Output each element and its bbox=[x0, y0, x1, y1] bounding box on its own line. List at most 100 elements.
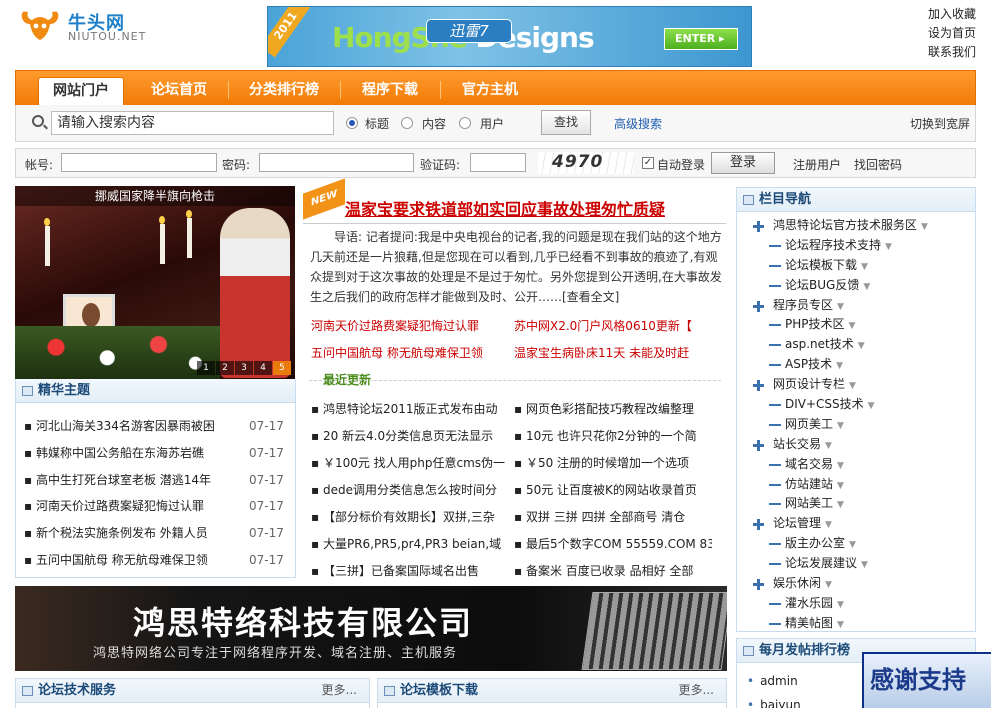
nav-category[interactable]: 网页设计专栏 ▼ bbox=[737, 375, 975, 395]
headline-title[interactable]: 温家宝要求铁道部如实回应事故处理匆忙质疑 bbox=[345, 196, 665, 220]
tab-rankings[interactable]: 分类排行榜 bbox=[234, 77, 334, 106]
slide-page-1[interactable]: 1 bbox=[197, 361, 215, 375]
contact-us-link[interactable]: 联系我们 bbox=[924, 43, 976, 62]
hot-link[interactable]: 苏中网X2.0门户风格0610更新【 bbox=[514, 317, 692, 334]
site-logo[interactable]: 牛头网 NIUTOU.NET bbox=[18, 6, 178, 46]
nav-category[interactable]: 鸿思特论坛官方技术服务区 ▼ bbox=[737, 216, 975, 236]
set-homepage-link[interactable]: 设为首页 bbox=[924, 24, 976, 43]
list-item[interactable]: ▪ 【三拼】已备案国际域名出售 bbox=[311, 562, 509, 579]
list-item[interactable]: ▪ 备案米 百度已收录 品相好 全部 bbox=[514, 562, 712, 579]
register-link[interactable]: 注册用户 bbox=[793, 156, 841, 173]
company-ad-banner[interactable]: 鸿思特络科技有限公司 鸿思特网络公司专注于网络程序开发、域名注册、主机服务 bbox=[15, 586, 727, 671]
nav-forum[interactable]: asp.net技术 ▼ bbox=[737, 335, 975, 355]
list-item[interactable]: ▪ 韩媒称中国公务船在东海苏岩礁 07-17 bbox=[24, 440, 295, 467]
radio-content[interactable] bbox=[401, 117, 413, 129]
dropdown-arrow-icon[interactable]: ▼ bbox=[837, 616, 844, 636]
nav-forum[interactable]: 仿站建站 ▼ bbox=[737, 475, 975, 495]
nav-category[interactable]: 程序员专区 ▼ bbox=[737, 296, 975, 316]
captcha-input[interactable] bbox=[470, 153, 526, 172]
list-item[interactable]: ▪ 五问中国航母 称无航母难保卫领 07-17 bbox=[24, 547, 295, 574]
main-nav: 网站门户 论坛首页 分类排行榜 程序下载 官方主机 bbox=[15, 70, 976, 106]
slide-caption[interactable]: 挪威国家降半旗向枪击 bbox=[15, 186, 295, 206]
slide-page-3[interactable]: 3 bbox=[235, 361, 253, 375]
password-input[interactable] bbox=[259, 153, 414, 172]
widescreen-toggle-link[interactable]: 切换到宽屏 bbox=[910, 115, 970, 132]
tab-forum-home[interactable]: 论坛首页 bbox=[136, 77, 222, 106]
list-item[interactable]: ▪ 新个税法实施条例发布 外籍人员 07-17 bbox=[24, 520, 295, 547]
list-item[interactable]: ▪ 高中生打死台球室老板 潜逃14年 07-17 bbox=[24, 467, 295, 494]
slide-page-5[interactable]: 5 bbox=[273, 361, 291, 375]
list-item[interactable]: ▪ ￥50 注册的时候增加一个选项 bbox=[514, 454, 712, 471]
radio-user[interactable] bbox=[459, 117, 471, 129]
auto-login-checkbox[interactable]: ✓ bbox=[642, 157, 654, 169]
nav-forum[interactable]: PHP技术区 ▼ bbox=[737, 315, 975, 335]
list-item[interactable]: ▪ 10元 也许只花你2分钟的一个简 bbox=[514, 427, 712, 444]
thanks-float-widget[interactable]: 感谢支持 bbox=[862, 652, 991, 708]
nav-forum[interactable]: 灌水乐园 ▼ bbox=[737, 594, 975, 614]
forgot-password-link[interactable]: 找回密码 bbox=[854, 156, 902, 173]
list-item[interactable]: ▪ 网页色彩搭配技巧教程改编整理 bbox=[514, 400, 712, 417]
list-item[interactable]: ▪ 河北山海关334名游客因暴雨被困 07-17 bbox=[24, 413, 295, 440]
item-date: 07-17 bbox=[249, 419, 284, 433]
nav-forum[interactable]: 论坛模板下载 ▼ bbox=[737, 256, 975, 276]
list-item[interactable]: ▪ 最后5个数字COM 55559.COM 838 bbox=[514, 535, 712, 552]
captcha-image[interactable]: 4970 bbox=[538, 152, 634, 174]
nav-forum[interactable]: DIV+CSS技术 ▼ bbox=[737, 395, 975, 415]
item-date: 07-17 bbox=[249, 499, 284, 514]
hot-link[interactable]: 温家宝生病卧床11天 未能及时赶 bbox=[514, 344, 689, 361]
hot-link[interactable]: 河南天价过路费案疑犯悔过认罪 bbox=[311, 317, 479, 334]
account-input[interactable] bbox=[61, 153, 217, 172]
slide-page-2[interactable]: 2 bbox=[216, 361, 234, 375]
list-item[interactable]: ▪ ￥100元 找人用php任意cms伪一 bbox=[311, 454, 509, 471]
expand-icon[interactable] bbox=[753, 519, 764, 531]
list-item[interactable]: ▪ 20 新云4.0分类信息页无法显示 bbox=[311, 427, 509, 444]
nav-forum[interactable]: ASP技术 ▼ bbox=[737, 355, 975, 375]
radio-title[interactable] bbox=[346, 117, 358, 129]
tree-branch-icon bbox=[769, 404, 781, 407]
list-item[interactable]: ▪ 双拼 三拼 四拼 全部商号 清仓 bbox=[514, 508, 712, 525]
server-rack-image bbox=[581, 592, 727, 670]
list-item[interactable]: ▪ 鸿思特论坛2011版正式发布由动 bbox=[311, 400, 509, 417]
nav-category[interactable]: 站长交易 ▼ bbox=[737, 435, 975, 455]
box-header: 论坛技术服务 更多... bbox=[16, 679, 369, 703]
advanced-search-link[interactable]: 高级搜索 bbox=[614, 115, 662, 132]
nav-category[interactable]: 论坛管理 ▼ bbox=[737, 514, 975, 534]
news-slideshow[interactable]: 挪威国家降半旗向枪击 12345 bbox=[15, 186, 295, 379]
nav-divider bbox=[440, 81, 441, 99]
nav-forum[interactable]: 论坛程序技术支持 ▼ bbox=[737, 236, 975, 256]
search-input[interactable]: 请输入搜索内容 bbox=[51, 111, 334, 135]
expand-icon[interactable] bbox=[753, 380, 764, 392]
nav-forum[interactable]: 论坛发展建议 ▼ bbox=[737, 554, 975, 574]
nav-category[interactable]: 娱乐休闲 ▼ bbox=[737, 574, 975, 594]
list-item[interactable]: ▪ 河南天价过路费案疑犯悔过认罪 07-17 bbox=[24, 493, 295, 520]
list-item[interactable]: ▪ 【部分标价有效期长】双拼,三杂 bbox=[311, 508, 509, 525]
nav-forum[interactable]: 版主办公室 ▼ bbox=[737, 534, 975, 554]
list-item[interactable]: ▪ 大量PR6,PR5,pr4,PR3 beian,域 bbox=[311, 535, 509, 552]
login-button[interactable]: 登录 bbox=[711, 152, 775, 174]
tab-downloads[interactable]: 程序下载 bbox=[346, 77, 434, 106]
expand-icon[interactable] bbox=[753, 579, 764, 591]
expand-icon[interactable] bbox=[753, 439, 764, 451]
list-item[interactable]: ▪ 50元 让百度被K的网站收录首页 bbox=[514, 481, 712, 498]
expand-icon[interactable] bbox=[753, 221, 764, 232]
more-link[interactable]: 更多... bbox=[679, 679, 714, 702]
list-item[interactable]: ▪ dede调用分类信息怎么按时间分 bbox=[311, 481, 509, 498]
add-favorite-link[interactable]: 加入收藏 bbox=[924, 5, 976, 24]
nav-forum[interactable]: 域名交易 ▼ bbox=[737, 455, 975, 475]
hot-link[interactable]: 五问中国航母 称无航母难保卫领 bbox=[311, 344, 483, 361]
item-date: 07-17 bbox=[249, 472, 284, 487]
more-link[interactable]: 更多... bbox=[322, 679, 357, 702]
nav-forum[interactable]: 论坛BUG反馈 ▼ bbox=[737, 276, 975, 296]
nav-forum[interactable]: 网页美工 ▼ bbox=[737, 415, 975, 435]
search-button[interactable]: 查找 bbox=[541, 110, 591, 135]
tab-portal[interactable]: 网站门户 bbox=[38, 77, 124, 106]
nav-forum[interactable]: 精美帖图 ▼ bbox=[737, 614, 975, 634]
top-banner-ad[interactable]: 2011 HongShe Designs 迅雷7 ENTER ▸ bbox=[267, 6, 752, 67]
tree-branch-icon bbox=[769, 602, 781, 605]
banner-enter-button[interactable]: ENTER ▸ bbox=[664, 28, 738, 50]
slide-page-4[interactable]: 4 bbox=[254, 361, 272, 375]
tree-branch-icon bbox=[769, 483, 781, 486]
tab-official-host[interactable]: 官方主机 bbox=[446, 77, 534, 106]
expand-icon[interactable] bbox=[753, 300, 764, 312]
nav-forum[interactable]: 网站美工 ▼ bbox=[737, 494, 975, 514]
